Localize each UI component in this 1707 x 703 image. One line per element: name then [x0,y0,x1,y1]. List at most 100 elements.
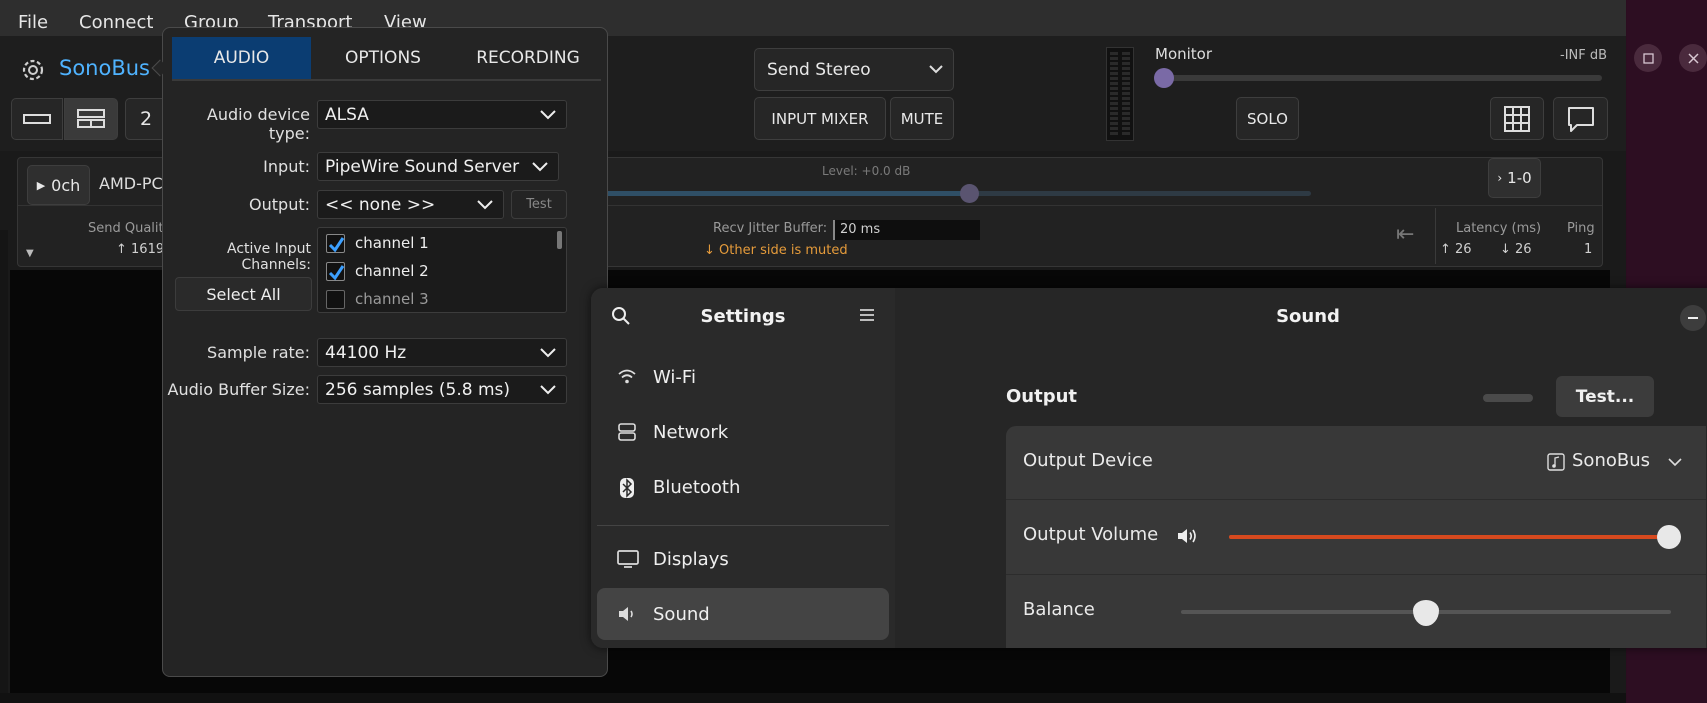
tab-options[interactable]: OPTIONS [312,37,454,79]
muted-notice: ↓ Other side is muted [704,243,848,258]
settings-title: Settings [700,306,786,327]
latency-up: ↑ 26 [1440,242,1472,257]
input-label: Input: [263,157,310,176]
settings-window: Settings Wi-Fi Network Bluetooth Display… [591,288,1707,648]
channel-row[interactable]: channel 2 [326,259,429,283]
count-button[interactable]: 2 [125,98,167,140]
output-volume-label: Output Volume [1023,524,1159,545]
send-mode-value: Send Stereo [767,59,871,80]
chevron-down-icon [929,64,943,74]
grid-button[interactable] [1490,97,1544,140]
gear-icon[interactable] [18,55,48,85]
hamburger-menu-icon[interactable] [859,308,875,322]
test-button[interactable]: Test... [1556,376,1654,417]
sidebar-item-network[interactable]: Network [597,406,889,458]
output-select[interactable]: << none >> [317,190,504,219]
channel-checkbox[interactable] [326,289,345,309]
channel-checkbox[interactable] [326,233,345,253]
sample-rate-select[interactable]: 44100 Hz [317,338,567,367]
send-mode-dropdown[interactable]: Send Stereo [754,48,954,91]
music-note-icon [1547,453,1565,471]
output-heading: Output [1006,386,1078,407]
monitor-slider[interactable] [1164,75,1602,81]
route-label: 1-0 [1507,169,1532,187]
chat-button[interactable] [1553,97,1608,140]
settings-sidebar: Settings Wi-Fi Network Bluetooth Display… [591,288,895,648]
reset-latency-icon[interactable]: ⇤ [1396,222,1414,247]
sidebar-item-displays[interactable]: Displays [597,533,889,585]
chevron-down-icon [532,160,548,172]
monitor-slider-thumb[interactable] [1154,68,1174,88]
buffer-size-label: Audio Buffer Size: [167,380,310,399]
grid-icon [1504,105,1530,132]
chevron-down-icon [1668,457,1682,467]
sample-rate-label: Sample rate: [207,343,310,362]
close-button[interactable] [1679,44,1707,72]
balance-thumb[interactable] [1413,600,1439,626]
checkmark-icon [328,236,345,252]
menu-connect[interactable]: Connect [79,12,153,33]
output-volume-thumb[interactable] [1657,525,1681,549]
menu-file[interactable]: File [18,12,48,33]
route-button[interactable]: › 1-0 [1488,158,1541,198]
chat-icon [1566,105,1596,133]
wifi-icon [617,367,637,385]
checkmark-icon [328,264,345,280]
bluetooth-icon [617,477,637,499]
peer-level-thumb[interactable] [959,184,979,203]
multi-view-button[interactable] [64,98,118,140]
device-type-select[interactable]: ALSA [317,100,567,129]
tab-recording[interactable]: RECORDING [455,37,601,79]
balance-label: Balance [1023,599,1095,620]
peer-channels-label: 0ch [51,175,81,195]
single-view-icon [23,112,51,126]
channel-row[interactable]: channel 1 [326,231,429,255]
input-select[interactable]: PipeWire Sound Server [317,152,559,181]
minimize-button[interactable] [1680,305,1706,331]
output-device-row[interactable]: Output Device SonoBus [1006,426,1706,499]
speaker-icon [617,604,637,624]
input-meter [1106,47,1134,141]
mute-button[interactable]: MUTE [890,97,954,140]
send-quality-value: ↑ 1619 [116,242,165,257]
network-icon [617,422,637,442]
peer-name: AMD-PC [99,174,163,193]
output-volume-slider[interactable] [1229,535,1669,539]
output-label: Output: [249,195,310,214]
collapse-arrow-icon[interactable]: ▼ [26,248,34,259]
channel-checkbox[interactable] [326,261,345,281]
input-mixer-label: INPUT MIXER [771,109,869,128]
peer-level-label: Level: +0.0 dB [822,164,911,178]
tab-audio[interactable]: AUDIO [172,37,311,79]
count-label: 2 [139,108,153,130]
sidebar-item-wifi[interactable]: Wi-Fi [597,351,889,403]
jitter-field[interactable]: 20 ms [833,220,980,240]
single-view-button[interactable] [11,98,63,140]
channel-row[interactable]: channel 3 [326,287,429,311]
app-title: SonoBus [59,56,150,80]
send-quality-label: Send Quality [88,221,172,236]
sidebar-item-sound[interactable]: Sound [597,588,889,640]
buffer-size-select[interactable]: 256 samples (5.8 ms) [317,375,567,404]
page-title: Sound [1276,306,1340,327]
active-channels-label: Active Input Channels: [226,241,311,273]
channel-list-scrollbar[interactable] [557,231,562,249]
chevron-right-icon: › [1497,171,1503,185]
channel-list[interactable]: channel 1 channel 2 channel 3 [317,227,567,313]
speaker-icon[interactable] [1176,526,1198,546]
ping-label: Ping [1567,221,1595,236]
input-mixer-button[interactable]: INPUT MIXER [754,97,886,140]
peer-channels-button[interactable]: ▶ 0ch [27,165,90,205]
monitor-label: Monitor [1155,45,1213,63]
sidebar-item-bluetooth[interactable]: Bluetooth [597,461,889,513]
select-all-button[interactable]: Select All [175,277,312,311]
solo-button[interactable]: SOLO [1236,97,1299,140]
multi-view-icon [77,109,105,129]
chevron-down-icon [540,346,556,358]
chevron-down-icon [540,383,556,395]
monitor-db: -INF dB [1560,48,1608,63]
test-output-button[interactable]: Test [511,190,567,219]
maximize-button[interactable] [1634,44,1662,72]
latency-label: Latency (ms) [1456,221,1542,236]
output-volume-row: Output Volume [1006,500,1706,574]
